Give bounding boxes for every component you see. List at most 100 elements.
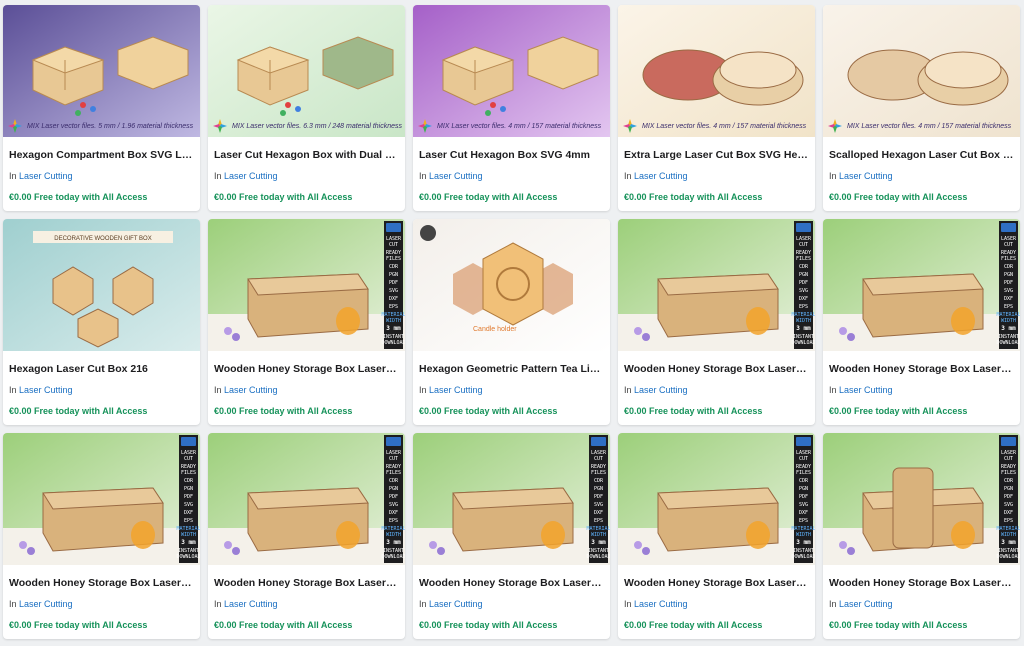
product-thumbnail[interactable]: MIX Laser vector files. 6.3 mm / 248 mat…: [208, 5, 405, 137]
product-title[interactable]: Wooden Honey Storage Box Laser Cut File: [419, 577, 604, 589]
format-line: 3 mm: [181, 539, 196, 546]
category-link[interactable]: Laser Cutting: [634, 599, 688, 609]
product-thumbnail[interactable]: DECORATIVE WOODEN GIFT BOX: [3, 219, 200, 351]
format-line: SVG: [183, 502, 194, 508]
product-card[interactable]: MIX Laser vector files. 5 mm / 1.96 mate…: [3, 5, 200, 211]
product-title[interactable]: Wooden Honey Storage Box Laser Cut File: [9, 577, 194, 589]
product-price: €0.00 Free today with All Access: [419, 620, 558, 630]
product-thumbnail[interactable]: LASER CUT READY FILES CDR PGN PDF SVG DXF EPS MA…: [823, 433, 1020, 565]
product-thumbnail[interactable]: LASER CUT READY FILES CDR PGN PDF SVG DXF EPS MA…: [413, 433, 610, 565]
product-card[interactable]: LASER CUT READY FILES CDR PGN PDF SVG DXF EPS MA…: [823, 219, 1020, 425]
format-line: PDF: [183, 494, 194, 500]
format-line: PDF: [388, 494, 399, 500]
category-link[interactable]: Laser Cutting: [429, 385, 483, 395]
format-line: PGN: [388, 272, 399, 278]
category-link[interactable]: Laser Cutting: [429, 171, 483, 181]
product-thumbnail[interactable]: LASER CUT READY FILES CDR PGN PDF SVG DXF EPS MA…: [3, 433, 200, 565]
product-image: [413, 433, 610, 565]
product-card[interactable]: LASER CUT READY FILES CDR PGN PDF SVG DXF EPS MA…: [618, 219, 815, 425]
product-card[interactable]: LASER CUT READY FILES CDR PGN PDF SVG DXF EPS MA…: [618, 433, 815, 639]
product-image: [823, 433, 1020, 565]
product-card[interactable]: LASER CUT READY FILES CDR PGN PDF SVG DXF EPS MA…: [208, 219, 405, 425]
category-link[interactable]: Laser Cutting: [19, 385, 73, 395]
product-thumbnail[interactable]: MIX Laser vector files. 4 mm / 157 mater…: [823, 5, 1020, 137]
category-link[interactable]: Laser Cutting: [19, 599, 73, 609]
category-link[interactable]: Laser Cutting: [634, 385, 688, 395]
category-link[interactable]: Laser Cutting: [839, 599, 893, 609]
product-category: In Laser Cutting: [214, 171, 399, 181]
file-format-panel: LASER CUT READY FILES CDR PGN PDF SVG DXF EPS MA…: [381, 435, 405, 563]
format-line: MATERIAL WIDTH: [586, 526, 610, 538]
product-thumbnail[interactable]: MIX Laser vector files. 4 mm / 157 mater…: [413, 5, 610, 137]
product-title[interactable]: Wooden Honey Storage Box Laser Cut File: [624, 577, 809, 589]
category-link[interactable]: Laser Cutting: [224, 385, 278, 395]
product-card[interactable]: LASER CUT READY FILES CDR PGN PDF SVG DXF EPS MA…: [823, 433, 1020, 639]
product-thumbnail[interactable]: LASER CUT READY FILES CDR PGN PDF SVG DXF EPS MA…: [208, 219, 405, 351]
file-format-panel: LASER CUT READY FILES CDR PGN PDF SVG DXF EPS MA…: [586, 435, 610, 563]
product-thumbnail[interactable]: MIX Laser vector files. 5 mm / 1.96 mate…: [3, 5, 200, 137]
format-line: DXF: [183, 510, 194, 516]
brand-logo-icon: [591, 437, 606, 446]
product-title[interactable]: Wooden Honey Storage Box Laser Cut File: [214, 363, 399, 375]
product-title[interactable]: Hexagon Geometric Pattern Tea Light Hold…: [419, 363, 604, 375]
product-thumbnail[interactable]: Candle holder: [413, 219, 610, 351]
product-card[interactable]: MIX Laser vector files. 6.3 mm / 248 mat…: [208, 5, 405, 211]
product-card[interactable]: MIX Laser vector files. 4 mm / 157 mater…: [618, 5, 815, 211]
format-line: SVG: [798, 502, 809, 508]
brand-logo-icon: [796, 437, 811, 446]
product-category: In Laser Cutting: [624, 171, 809, 181]
category-link[interactable]: Laser Cutting: [224, 599, 278, 609]
product-title[interactable]: Extra Large Laser Cut Box SVG Hexagon: [624, 149, 809, 161]
product-thumbnail[interactable]: MIX Laser vector files. 4 mm / 157 mater…: [618, 5, 815, 137]
category-link[interactable]: Laser Cutting: [19, 171, 73, 181]
product-card[interactable]: DECORATIVE WOODEN GIFT BOX Hexagon Laser…: [3, 219, 200, 425]
product-title[interactable]: Hexagon Compartment Box SVG Laser Cut Fi…: [9, 149, 194, 161]
product-card[interactable]: LASER CUT READY FILES CDR PGN PDF SVG DXF EPS MA…: [3, 433, 200, 639]
product-image: Candle holder: [413, 219, 610, 351]
product-title[interactable]: Hexagon Laser Cut Box 216: [9, 363, 194, 375]
product-thumbnail[interactable]: LASER CUT READY FILES CDR PGN PDF SVG DXF EPS MA…: [618, 433, 815, 565]
product-thumbnail[interactable]: LASER CUT READY FILES CDR PGN PDF SVG DXF EPS MA…: [618, 219, 815, 351]
format-line: INSTANT DOWNLOAD: [381, 548, 405, 560]
product-thumbnail[interactable]: LASER CUT READY FILES CDR PGN PDF SVG DXF EPS MA…: [823, 219, 1020, 351]
product-card[interactable]: Candle holder Hexagon Geometric Pattern …: [413, 219, 610, 425]
category-link[interactable]: Laser Cutting: [224, 171, 278, 181]
product-category: In Laser Cutting: [624, 599, 809, 609]
category-link[interactable]: Laser Cutting: [634, 171, 688, 181]
format-line: INSTANT DOWNLOAD: [791, 334, 815, 346]
format-line: SVG: [1003, 502, 1014, 508]
mix-logo-icon: [8, 119, 22, 133]
mix-badge-text: MIX Laser vector files. 5 mm / 1.96 mate…: [27, 122, 194, 130]
product-thumbnail[interactable]: LASER CUT READY FILES CDR PGN PDF SVG DXF EPS MA…: [208, 433, 405, 565]
format-line: INSTANT DOWNLOAD: [586, 548, 610, 560]
format-line: INSTANT DOWNLOAD: [176, 548, 200, 560]
mix-brand-badge: MIX Laser vector files. 5 mm / 1.96 mate…: [6, 117, 193, 135]
product-card[interactable]: MIX Laser vector files. 4 mm / 157 mater…: [823, 5, 1020, 211]
format-line: DXF: [388, 296, 399, 302]
format-line: MATERIAL WIDTH: [176, 526, 200, 538]
product-image: [208, 433, 405, 565]
product-price: €0.00 Free today with All Access: [624, 620, 763, 630]
product-card[interactable]: MIX Laser vector files. 4 mm / 157 mater…: [413, 5, 610, 211]
category-link[interactable]: Laser Cutting: [839, 171, 893, 181]
product-price: €0.00 Free today with All Access: [829, 192, 968, 202]
category-prefix: In: [624, 599, 632, 609]
format-line: READY FILES: [385, 464, 402, 476]
product-title[interactable]: Scalloped Hexagon Laser Cut Box SVG: [829, 149, 1014, 161]
product-title[interactable]: Wooden Honey Storage Box Laser Cut File: [214, 577, 399, 589]
format-line: LASER CUT: [1000, 450, 1017, 462]
category-link[interactable]: Laser Cutting: [429, 599, 483, 609]
product-card[interactable]: LASER CUT READY FILES CDR PGN PDF SVG DXF EPS MA…: [413, 433, 610, 639]
format-line: DXF: [1003, 510, 1014, 516]
format-line: MATERIAL WIDTH: [996, 526, 1020, 538]
product-title[interactable]: Wooden Honey Storage Box Laser Cut File: [624, 363, 809, 375]
product-title[interactable]: Laser Cut Hexagon Box SVG 4mm: [419, 149, 604, 161]
product-title[interactable]: Wooden Honey Storage Box Laser Cut File: [829, 577, 1014, 589]
product-image: [618, 433, 815, 565]
product-title[interactable]: Wooden Honey Storage Box Laser Cut File: [829, 363, 1014, 375]
category-link[interactable]: Laser Cutting: [839, 385, 893, 395]
product-image: DECORATIVE WOODEN GIFT BOX: [3, 219, 200, 351]
format-line: PDF: [593, 494, 604, 500]
product-title[interactable]: Laser Cut Hexagon Box with Dual Divider: [214, 149, 399, 161]
product-card[interactable]: LASER CUT READY FILES CDR PGN PDF SVG DXF EPS MA…: [208, 433, 405, 639]
